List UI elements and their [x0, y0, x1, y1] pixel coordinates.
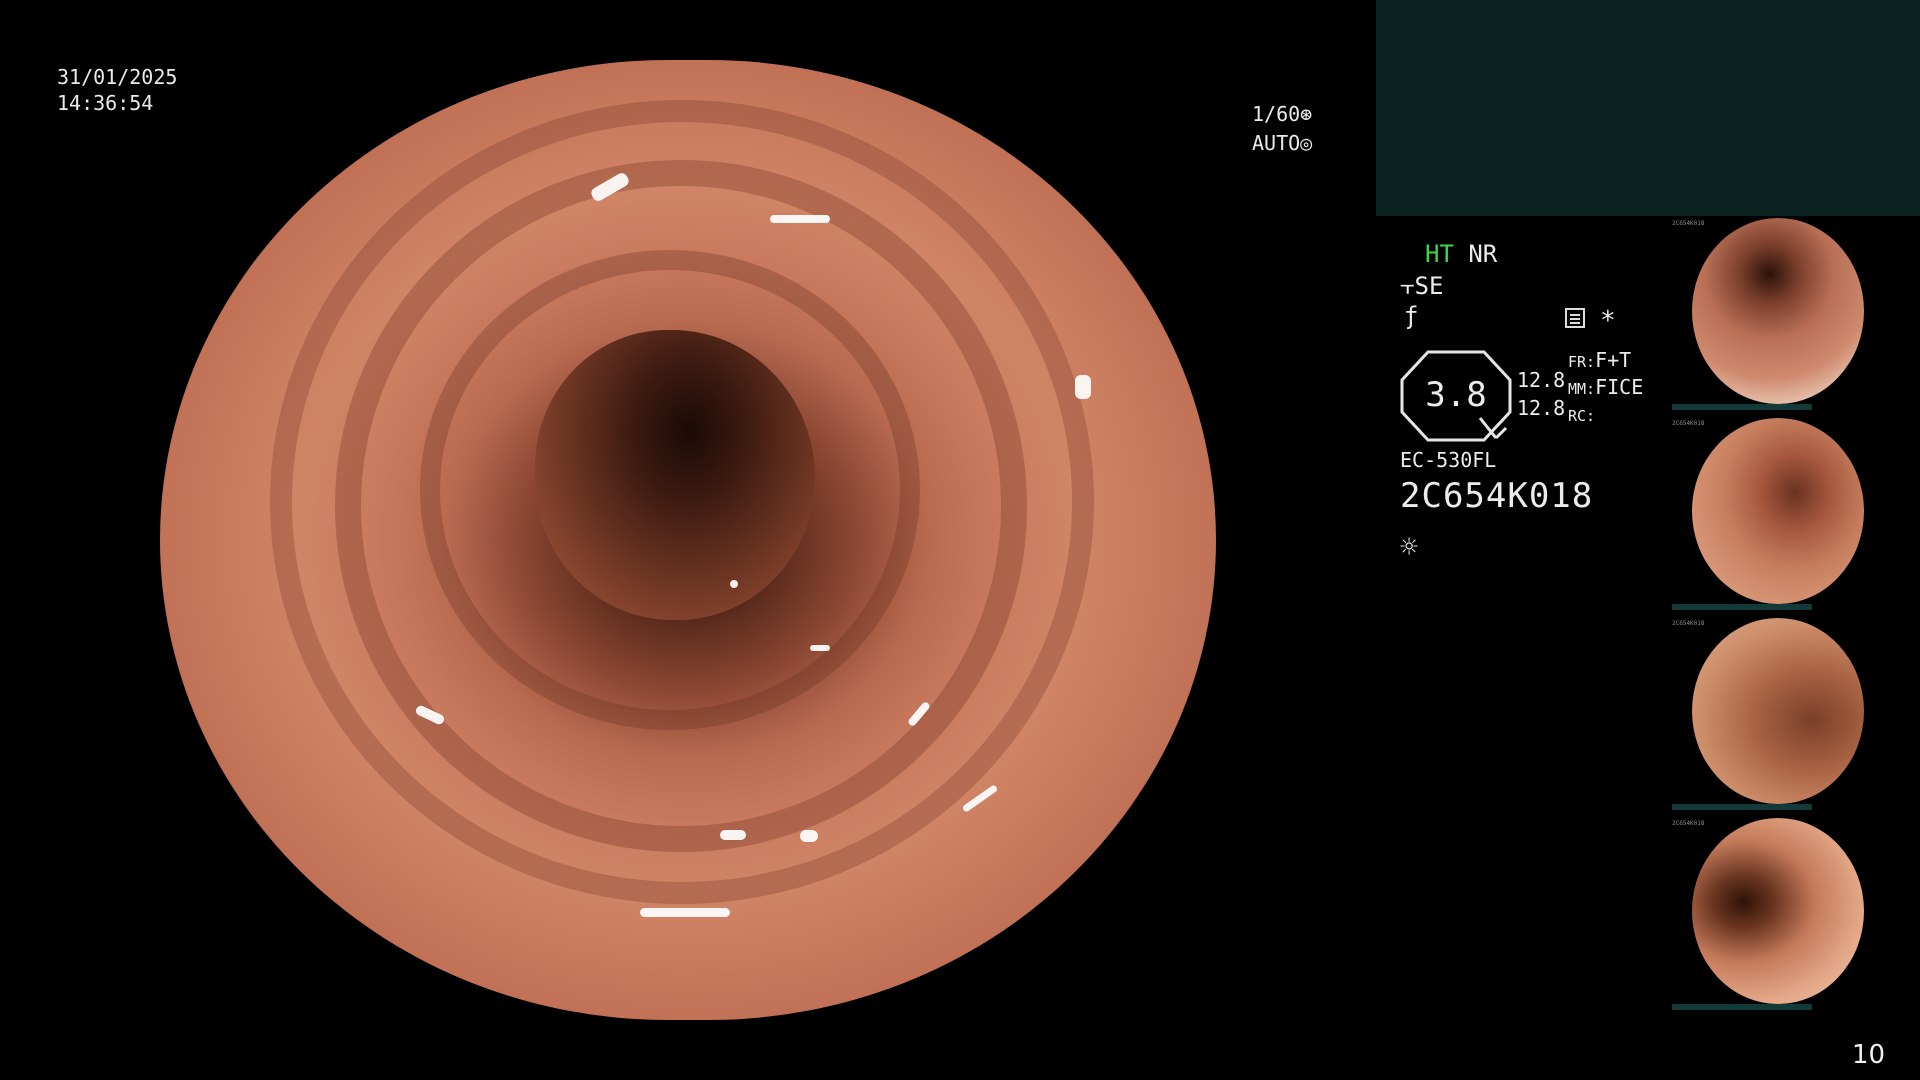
- light-reflection: [800, 830, 818, 842]
- star-marker: *: [1600, 306, 1616, 336]
- page-number: 10: [1852, 1040, 1886, 1070]
- scope-icon: ⫟: [1400, 272, 1415, 300]
- light-reflection: [1075, 375, 1091, 399]
- ht-nr-status: HT NR: [1425, 240, 1497, 268]
- menu-icon: [1565, 308, 1585, 328]
- nr-label: NR: [1468, 240, 1498, 268]
- thumbnail[interactable]: 2C654K018: [1670, 216, 1920, 412]
- exposure-info: 1/60⊛ AUTO◎: [1252, 100, 1312, 158]
- f-icon: ƒ: [1404, 302, 1419, 330]
- thumbnail-bar: [1672, 404, 1812, 410]
- thumbnail-image: [1692, 818, 1864, 1004]
- captured-thumbnails: 2C654K018 2C654K018 2C654K018 2C654K018: [1670, 216, 1920, 1016]
- scope-serial: 2C654K018: [1400, 476, 1594, 516]
- time-label: 14:36:54: [57, 91, 154, 115]
- light-reflection: [720, 830, 746, 840]
- shutter-speed: 1/60: [1252, 102, 1301, 126]
- thumbnail[interactable]: 2C654K018: [1670, 416, 1920, 612]
- measurement-top: 12.8: [1517, 368, 1566, 392]
- thumbnail-image: [1692, 418, 1864, 604]
- se-label: SE: [1414, 272, 1444, 300]
- thumbnail-image: [1692, 618, 1864, 804]
- mode-settings: FR:F+T MM:FICE RC:: [1568, 348, 1643, 429]
- thumbnail-image: [1692, 218, 1864, 404]
- measurement-bottom: 12.8: [1517, 396, 1566, 420]
- thumbnail-bar: [1672, 604, 1812, 610]
- thumbnail[interactable]: 2C654K018: [1670, 816, 1920, 1012]
- se-status: ⫟SE: [1400, 272, 1443, 300]
- scope-model: EC-530FL: [1400, 448, 1497, 472]
- mm-value: FICE: [1595, 375, 1644, 399]
- measurements: 12.8 12.8: [1517, 366, 1565, 422]
- light-reflection: [810, 645, 830, 651]
- thumbnail-bar: [1672, 804, 1812, 810]
- light-source-icon: ☼: [1400, 530, 1419, 565]
- enhancement-value: 3.8: [1425, 375, 1487, 415]
- shutter-icon: ⊛: [1300, 102, 1313, 126]
- timestamp: 31/01/2025 14:36:54: [57, 64, 177, 116]
- light-reflection: [770, 215, 830, 223]
- fr-key: FR:: [1568, 353, 1596, 371]
- rc-key: RC:: [1568, 407, 1596, 425]
- lumen: [535, 330, 815, 620]
- thumbnail[interactable]: 2C654K018: [1670, 616, 1920, 812]
- light-reflection: [640, 908, 730, 917]
- fr-value: F+T: [1595, 348, 1632, 372]
- preview-panel: [1376, 0, 1920, 216]
- endoscope-main-view: [160, 60, 1216, 1020]
- mm-key: MM:: [1568, 380, 1596, 398]
- date-label: 31/01/2025: [57, 65, 178, 89]
- ht-label: HT: [1425, 240, 1454, 268]
- iris-icon: ◎: [1300, 131, 1313, 155]
- thumbnail-bar: [1672, 1004, 1812, 1010]
- iris-mode: AUTO: [1252, 131, 1301, 155]
- light-reflection: [730, 580, 738, 588]
